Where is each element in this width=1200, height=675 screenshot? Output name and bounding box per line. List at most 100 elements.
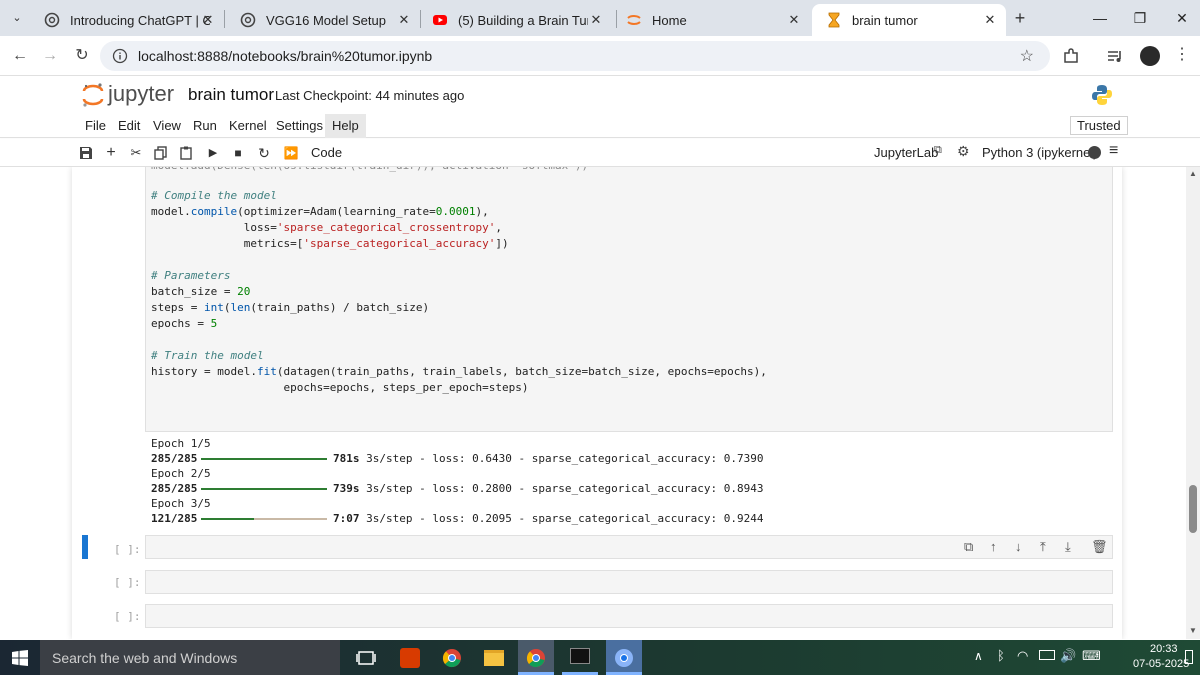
tab-home[interactable]: Home ✕ xyxy=(612,4,810,36)
tab-close-icon[interactable]: ✕ xyxy=(396,12,412,28)
hamburger-menu-icon[interactable]: ≡ xyxy=(1109,142,1118,160)
epoch-metrics: 781s 3s/step - loss: 0.6430 - sparse_cat… xyxy=(333,452,764,465)
restart-kernel-icon[interactable]: ↻ xyxy=(256,145,272,161)
cell-type-select[interactable]: Code xyxy=(311,145,342,160)
menu-edit[interactable]: Edit xyxy=(118,118,140,133)
menu-view[interactable]: View xyxy=(153,118,181,133)
bookmark-star-icon[interactable]: ☆ xyxy=(1020,46,1034,66)
scrollbar-track[interactable]: ▲ ▼ xyxy=(1186,167,1200,639)
volume-icon[interactable]: 🔊 xyxy=(1060,648,1076,664)
insert-below-icon[interactable]: ⤓ xyxy=(1065,539,1071,555)
add-cell-icon[interactable]: + xyxy=(103,145,119,161)
tab-title: Home xyxy=(652,12,687,28)
keyboard-icon[interactable]: ⌨ xyxy=(1082,648,1101,664)
tab-close-icon[interactable]: ✕ xyxy=(982,12,998,28)
back-button[interactable]: ← xyxy=(8,44,32,68)
notebook-title[interactable]: brain tumor xyxy=(188,85,274,105)
tab-close-icon[interactable]: ✕ xyxy=(786,12,802,28)
save-icon[interactable] xyxy=(78,145,94,161)
office-app-icon[interactable] xyxy=(392,644,428,672)
chrome-active-taskbar-icon[interactable] xyxy=(518,640,554,675)
kernel-name[interactable]: Python 3 (ipykernel) xyxy=(982,145,1098,160)
battery-icon[interactable] xyxy=(1039,650,1055,660)
scroll-up-arrow-icon[interactable]: ▲ xyxy=(1189,169,1197,178)
fast-forward-icon[interactable]: ⏩ xyxy=(283,145,299,161)
trusted-indicator[interactable]: Trusted xyxy=(1070,116,1128,135)
menu-help[interactable]: Help xyxy=(325,114,366,138)
tab-search-button[interactable]: ⌄ xyxy=(8,9,26,27)
taskbar-search-box[interactable]: Search the web and Windows xyxy=(40,640,340,675)
chrome-blue-taskbar-icon[interactable] xyxy=(606,640,642,675)
empty-code-cell-3[interactable] xyxy=(145,604,1113,628)
elapsed-time: 781s xyxy=(333,452,360,465)
reload-button[interactable]: ↻ xyxy=(70,44,94,68)
code-line: loss='sparse_categorical_crossentropy', xyxy=(151,221,503,234)
menu-settings[interactable]: Settings xyxy=(276,118,323,133)
settings-gear-icon[interactable]: ⚙ xyxy=(957,143,970,160)
insert-above-icon[interactable]: ⤒ xyxy=(1040,539,1046,555)
browser-menu-icon[interactable]: ⋮ xyxy=(1174,44,1190,64)
accuracy-value: 0.8943 xyxy=(723,482,764,495)
empty-code-cell-2[interactable] xyxy=(145,570,1113,594)
minimize-button[interactable]: — xyxy=(1078,0,1122,36)
notification-center-icon[interactable] xyxy=(1185,650,1193,664)
cut-icon[interactable]: ✂ xyxy=(128,145,144,161)
address-bar[interactable]: localhost:8888/notebooks/brain%20tumor.i… xyxy=(100,41,1050,71)
jupyter-logo-text: jupyter xyxy=(108,81,175,106)
cell-prompt: [ ]: xyxy=(114,543,141,556)
menu-kernel[interactable]: Kernel xyxy=(229,118,267,133)
loss-value: 0.2800 xyxy=(472,482,512,495)
youtube-icon xyxy=(433,15,447,25)
terminal-taskbar-icon[interactable] xyxy=(562,640,598,675)
loss-value: 0.2095 xyxy=(472,512,512,525)
elapsed-time: 739s xyxy=(333,482,360,495)
windows-taskbar: Search the web and Windows ∧ ᛒ ◠ 🔊 ⌨ 20:… xyxy=(0,640,1200,675)
bluetooth-icon[interactable]: ᛒ xyxy=(997,648,1005,663)
taskbar-search-placeholder: Search the web and Windows xyxy=(52,650,238,666)
step-rate: 3s/step xyxy=(366,482,413,495)
tab-close-icon[interactable]: ✕ xyxy=(588,12,604,28)
duplicate-cell-icon[interactable]: ⧉ xyxy=(964,539,973,555)
menu-file[interactable]: File xyxy=(85,118,106,133)
jupyter-logo-icon[interactable] xyxy=(82,82,104,108)
restore-button[interactable]: ❐ xyxy=(1118,0,1162,36)
delete-cell-icon[interactable]: 🗑 xyxy=(1091,539,1108,555)
clock-date[interactable]: 07-05-2025 xyxy=(1133,658,1189,670)
move-up-icon[interactable]: ↑ xyxy=(990,539,997,554)
chrome-taskbar-icon[interactable] xyxy=(434,644,470,672)
openai-icon xyxy=(240,12,256,28)
tab-title: brain tumor xyxy=(852,12,918,28)
forward-button[interactable]: → xyxy=(38,44,62,68)
task-view-icon[interactable] xyxy=(356,649,376,667)
close-window-button[interactable]: ✕ xyxy=(1160,0,1200,36)
code-line-clipped: model.add(Dense(len(os.listdir(train_dir… xyxy=(151,167,588,172)
tab-title: VGG16 Model Setup xyxy=(266,12,386,28)
show-hidden-icons[interactable]: ∧ xyxy=(974,649,983,663)
paste-icon[interactable] xyxy=(178,145,194,161)
wifi-icon[interactable]: ◠ xyxy=(1017,648,1028,664)
new-tab-button[interactable]: + xyxy=(1010,8,1030,28)
code-comment-params: # Parameters xyxy=(151,269,231,282)
copy-icon[interactable] xyxy=(153,145,169,161)
tab-youtube-brain-tumor[interactable]: (5) Building a Brain Tumor D ✕ xyxy=(418,4,612,36)
profile-avatar[interactable] xyxy=(1140,46,1160,66)
windows-start-icon[interactable] xyxy=(12,650,28,666)
openai-icon xyxy=(44,12,60,28)
media-controls-icon[interactable] xyxy=(1106,47,1124,65)
clock-time[interactable]: 20:33 xyxy=(1150,643,1178,655)
menu-run[interactable]: Run xyxy=(193,118,217,133)
stop-icon[interactable]: ■ xyxy=(230,145,246,161)
tab-vgg16-model-setup[interactable]: VGG16 Model Setup ✕ xyxy=(226,4,420,36)
loss-value: 0.6430 xyxy=(472,452,512,465)
tab-brain-tumor[interactable]: brain tumor ✕ xyxy=(812,4,1006,36)
jupyterlab-link[interactable]: JupyterLab xyxy=(874,145,938,160)
tab-close-icon[interactable]: ✕ xyxy=(200,12,216,28)
extensions-icon[interactable] xyxy=(1062,47,1080,65)
scroll-down-arrow-icon[interactable]: ▼ xyxy=(1189,626,1197,635)
tab-introducing-chatgpt[interactable]: Introducing ChatGPT | Open ✕ xyxy=(30,4,224,36)
move-down-icon[interactable]: ↓ xyxy=(1015,539,1022,554)
scrollbar-thumb[interactable] xyxy=(1189,485,1197,533)
file-explorer-icon[interactable] xyxy=(476,644,512,672)
run-icon[interactable]: ▶ xyxy=(205,145,221,161)
info-icon[interactable] xyxy=(112,48,128,64)
